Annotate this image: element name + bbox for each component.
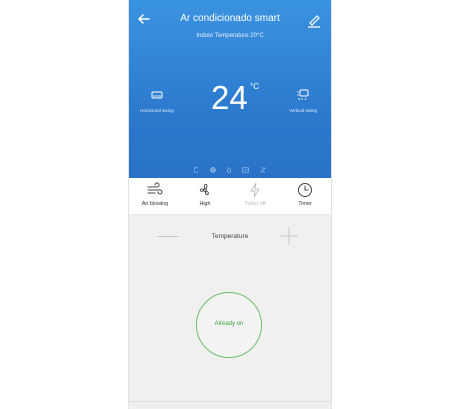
bottom-divider — [129, 401, 331, 402]
wind-icon — [147, 182, 163, 195]
temperature-label: Temperature — [211, 233, 249, 240]
power-status-label: Already on — [214, 321, 244, 327]
vertical-swing-label: Vertical swing — [288, 108, 318, 113]
mode-bar: Air blowing High Turbo off Timer — [129, 178, 331, 215]
vertical-swing-icon — [297, 89, 309, 101]
pencil-icon — [308, 15, 320, 28]
status-icons — [129, 160, 331, 173]
top-bar: Ar condicionado smart — [129, 10, 331, 30]
increase-temperature-button[interactable] — [279, 226, 299, 246]
horizontal-swing-label: Horizontal swing — [140, 108, 174, 113]
air-blowing-label: Air blowing — [141, 201, 169, 207]
plus-icon — [280, 227, 298, 245]
sleep-icon — [260, 160, 266, 178]
fan-speed-label: High — [199, 201, 211, 207]
setpoint-value: 24 — [211, 79, 248, 116]
air-blowing-button[interactable]: Air blowing — [135, 182, 175, 207]
timer-button[interactable]: Timer — [285, 182, 325, 207]
temperature-control: Temperature — [129, 214, 331, 262]
ac-control-screen: Ar condicionado smart Indoor Temperature… — [128, 0, 332, 409]
indoor-temperature: Indoor Temperature 20°C — [196, 33, 264, 39]
setpoint-display: 24 °C — [207, 78, 267, 118]
cool-mode-icon — [193, 160, 199, 178]
turbo-label: Turbo off — [244, 201, 266, 207]
turbo-button[interactable]: Turbo off — [235, 182, 275, 207]
edit-button[interactable] — [305, 10, 323, 28]
power-button[interactable]: Already on — [196, 292, 262, 358]
device-header: Ar condicionado smart Indoor Temperature… — [129, 0, 331, 178]
dry-icon — [226, 160, 232, 178]
display-icon — [242, 160, 250, 178]
fan-icon — [209, 160, 216, 178]
setpoint-unit: °C — [250, 82, 259, 91]
clock-icon — [298, 183, 312, 197]
back-arrow-icon — [138, 14, 150, 24]
turbo-bolt-icon — [250, 182, 260, 198]
timer-label: Timer — [298, 201, 312, 207]
back-button[interactable] — [135, 10, 153, 28]
fan-speed-button[interactable]: High — [185, 182, 225, 207]
horizontal-swing-icon — [151, 91, 163, 99]
vertical-swing-button[interactable]: Vertical swing — [285, 88, 321, 114]
page-title: Ar condicionado smart — [180, 13, 280, 24]
fan-icon — [199, 183, 209, 196]
horizontal-swing-button[interactable]: Horizontal swing — [139, 88, 175, 114]
